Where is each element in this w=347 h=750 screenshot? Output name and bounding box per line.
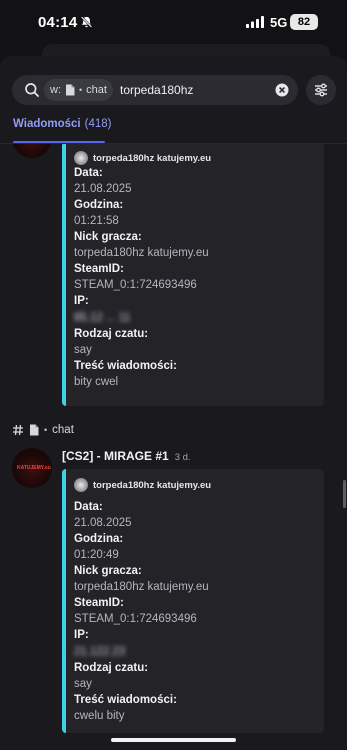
result-2-embed[interactable]: torpeda180hz katujemy.eu Data: 21.08.202… bbox=[62, 469, 324, 733]
field-message-label: Treść wiadomości: bbox=[74, 360, 177, 372]
field-steamid-label: SteamID: bbox=[74, 597, 124, 609]
field-chat-type-value: say bbox=[74, 344, 92, 356]
filter-channel: chat bbox=[86, 84, 107, 96]
field-nick-value: torpeda180hz katujemy.eu bbox=[74, 581, 209, 593]
embed-author-avatar bbox=[74, 151, 88, 165]
result-2-channel[interactable]: • chat bbox=[12, 422, 74, 438]
field-message-value: bity cwel bbox=[74, 376, 119, 388]
field-message-label: Treść wiadomości: bbox=[74, 694, 177, 706]
in-channel-filter-chip[interactable]: w: • chat bbox=[44, 79, 113, 101]
embed-author: torpeda180hz katujemy.eu bbox=[74, 150, 211, 166]
field-time-label: Godzina: bbox=[74, 199, 124, 211]
clear-icon[interactable] bbox=[275, 83, 289, 97]
search-input[interactable]: w: • chat torpeda180hz bbox=[12, 75, 298, 105]
field-nick-label: Nick gracza: bbox=[74, 231, 142, 243]
chip-separator: • bbox=[79, 85, 83, 95]
tab-messages[interactable]: Wiadomości (418) bbox=[13, 118, 112, 130]
channel-hash-icon bbox=[13, 424, 23, 436]
field-chat-type-value: say bbox=[74, 678, 92, 690]
embed-color-bar bbox=[62, 144, 66, 406]
field-ip-label: IP: bbox=[74, 629, 89, 641]
field-time-label: Godzina: bbox=[74, 533, 124, 545]
battery-icon: 82 bbox=[290, 14, 318, 30]
home-indicator[interactable] bbox=[111, 738, 236, 742]
field-ip-value: 85.12 ... 11 bbox=[74, 312, 131, 324]
field-date-value: 21.08.2025 bbox=[74, 183, 132, 195]
embed-author-name: torpeda180hz katujemy.eu bbox=[93, 152, 212, 164]
field-chat-type-label: Rodzaj czatu: bbox=[74, 328, 149, 340]
field-date-value: 21.08.2025 bbox=[74, 517, 132, 529]
tab-messages-count: (418) bbox=[84, 118, 112, 130]
field-steamid-value: STEAM_0:1:724693496 bbox=[74, 279, 197, 291]
result-2-avatar[interactable]: KATUJEMY.eu bbox=[12, 448, 52, 488]
sliders-icon bbox=[315, 83, 327, 97]
status-bar: 04:14 5G 82 bbox=[0, 0, 347, 44]
document-icon bbox=[30, 424, 39, 436]
message-timestamp: 3 d. bbox=[174, 452, 191, 463]
field-nick-value: torpeda180hz katujemy.eu bbox=[74, 247, 209, 259]
status-time: 04:14 bbox=[38, 14, 78, 31]
embed-author-avatar bbox=[74, 478, 88, 492]
field-steamid-value: STEAM_0:1:724693496 bbox=[74, 613, 197, 625]
results-tabs: Wiadomości (418) bbox=[0, 110, 347, 144]
signal-icon bbox=[246, 16, 264, 28]
field-time-value: 01:20:49 bbox=[74, 549, 119, 561]
field-ip-label: IP: bbox=[74, 295, 89, 307]
embed-author: torpeda180hz katujemy.eu bbox=[74, 477, 211, 493]
field-date-label: Data: bbox=[74, 501, 103, 513]
field-ip-value: 21.122.23 bbox=[74, 646, 126, 658]
embed-author-name: torpeda180hz katujemy.eu bbox=[93, 479, 212, 491]
bell-off-icon bbox=[80, 16, 93, 28]
field-steamid-label: SteamID: bbox=[74, 263, 124, 275]
tab-messages-label: Wiadomości bbox=[13, 118, 81, 130]
search-filters-button[interactable] bbox=[306, 75, 336, 105]
scrollbar[interactable] bbox=[343, 480, 346, 508]
search-query: torpeda180hz bbox=[120, 83, 194, 97]
field-message-value: cwelu bity bbox=[74, 710, 125, 722]
search-results: torpeda180hz katujemy.eu Data: 21.08.202… bbox=[0, 144, 347, 750]
embed-color-bar bbox=[62, 469, 66, 733]
field-date-label: Data: bbox=[74, 167, 103, 179]
field-time-value: 01:21:58 bbox=[74, 215, 119, 227]
result-1-embed[interactable]: torpeda180hz katujemy.eu Data: 21.08.202… bbox=[62, 144, 324, 406]
network-label: 5G bbox=[270, 15, 288, 30]
document-icon bbox=[66, 84, 75, 96]
author-name: [CS2] - MIRAGE #1 bbox=[62, 449, 169, 463]
field-chat-type-label: Rodzaj czatu: bbox=[74, 662, 149, 674]
result-1-avatar[interactable] bbox=[12, 144, 52, 158]
result-2-author[interactable]: [CS2] - MIRAGE #1 3 d. bbox=[62, 449, 191, 463]
search-icon bbox=[25, 83, 39, 97]
channel-separator: • bbox=[44, 425, 48, 435]
field-nick-label: Nick gracza: bbox=[74, 565, 142, 577]
channel-name: chat bbox=[52, 424, 74, 436]
filter-prefix: w: bbox=[50, 84, 61, 96]
avatar-logo-text: KATUJEMY.eu bbox=[17, 465, 51, 471]
